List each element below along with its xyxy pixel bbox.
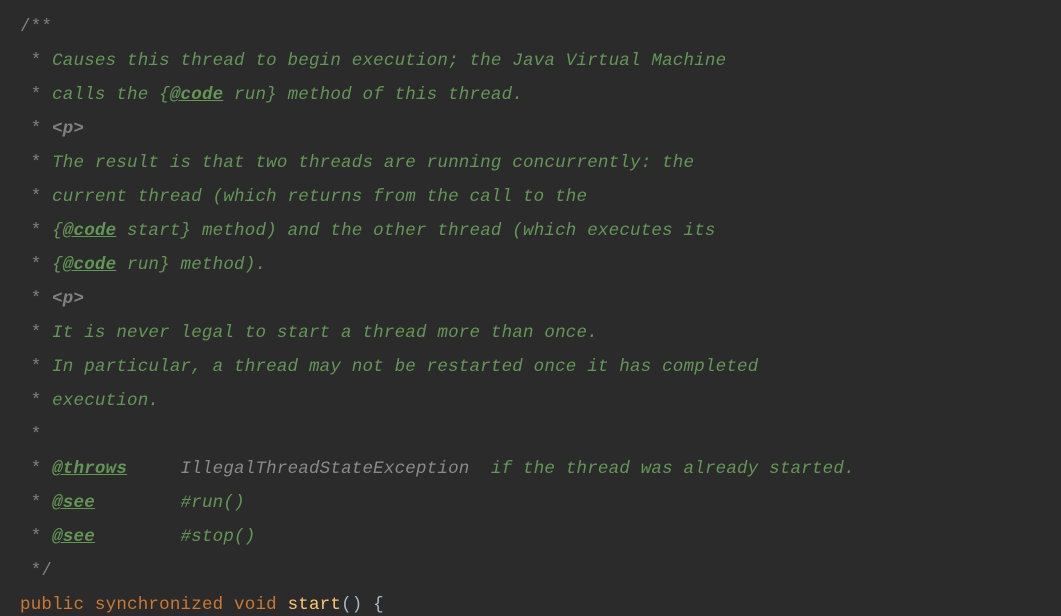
keyword-public: public: [20, 595, 84, 615]
javadoc-text: calls the: [52, 85, 159, 105]
javadoc-code-content: start: [116, 221, 180, 241]
javadoc-text: Causes this thread to begin execution; t…: [52, 51, 726, 71]
code-editor[interactable]: /** * Causes this thread to begin execut…: [0, 0, 1061, 616]
javadoc-text: It is never legal to start a thread more…: [52, 323, 598, 343]
method-name-start: start: [288, 595, 342, 615]
javadoc-star: *: [20, 357, 52, 377]
javadoc-star: *: [20, 119, 52, 139]
space: [84, 595, 95, 615]
javadoc-text: method) and the other thread (which exec…: [191, 221, 715, 241]
javadoc-see-link[interactable]: #stop(): [181, 527, 256, 547]
brace: {: [52, 255, 63, 275]
javadoc-star: *: [20, 425, 41, 445]
javadoc-see-link[interactable]: #run(): [181, 493, 245, 513]
javadoc-star: *: [20, 153, 52, 173]
javadoc-text: method).: [170, 255, 266, 275]
javadoc-text: In particular, a thread may not be resta…: [52, 357, 758, 377]
pad: [95, 527, 181, 547]
javadoc-star: *: [20, 493, 52, 513]
javadoc-star: *: [20, 85, 52, 105]
javadoc-text: execution.: [52, 391, 159, 411]
javadoc-see-tag[interactable]: @see: [52, 493, 95, 513]
javadoc-star: *: [20, 459, 52, 479]
javadoc-text: if the thread was already started.: [491, 459, 855, 479]
brace: {: [159, 85, 170, 105]
space: [277, 595, 288, 615]
exception-class: IllegalThreadStateException: [181, 459, 491, 479]
keyword-synchronized: synchronized: [95, 595, 223, 615]
javadoc-star: *: [20, 51, 52, 71]
javadoc-html-tag: <p>: [52, 289, 84, 309]
javadoc-star: *: [20, 187, 52, 207]
brace: }: [266, 85, 277, 105]
javadoc-close: */: [20, 561, 52, 581]
javadoc-star: *: [20, 221, 52, 241]
brace: }: [181, 221, 192, 241]
javadoc-throws-tag[interactable]: @throws: [52, 459, 127, 479]
brace: {: [52, 221, 63, 241]
javadoc-code-tag[interactable]: @code: [63, 221, 117, 241]
javadoc-star: *: [20, 289, 52, 309]
javadoc-code-content: run: [223, 85, 266, 105]
javadoc-text: method of this thread.: [277, 85, 523, 105]
parens-brace: () {: [341, 595, 384, 615]
brace: }: [159, 255, 170, 275]
javadoc-code-content: run: [116, 255, 159, 275]
javadoc-code-tag[interactable]: @code: [170, 85, 224, 105]
pad: [127, 459, 181, 479]
space: [223, 595, 234, 615]
javadoc-open: /**: [20, 17, 52, 37]
pad: [95, 493, 181, 513]
javadoc-star: *: [20, 323, 52, 343]
javadoc-star: *: [20, 255, 52, 275]
javadoc-see-tag[interactable]: @see: [52, 527, 95, 547]
javadoc-star: *: [20, 527, 52, 547]
keyword-void: void: [234, 595, 277, 615]
javadoc-code-tag[interactable]: @code: [63, 255, 117, 275]
javadoc-html-tag: <p>: [52, 119, 84, 139]
javadoc-star: *: [20, 391, 52, 411]
javadoc-text: The result is that two threads are runni…: [52, 153, 694, 173]
javadoc-text: current thread (which returns from the c…: [52, 187, 587, 207]
